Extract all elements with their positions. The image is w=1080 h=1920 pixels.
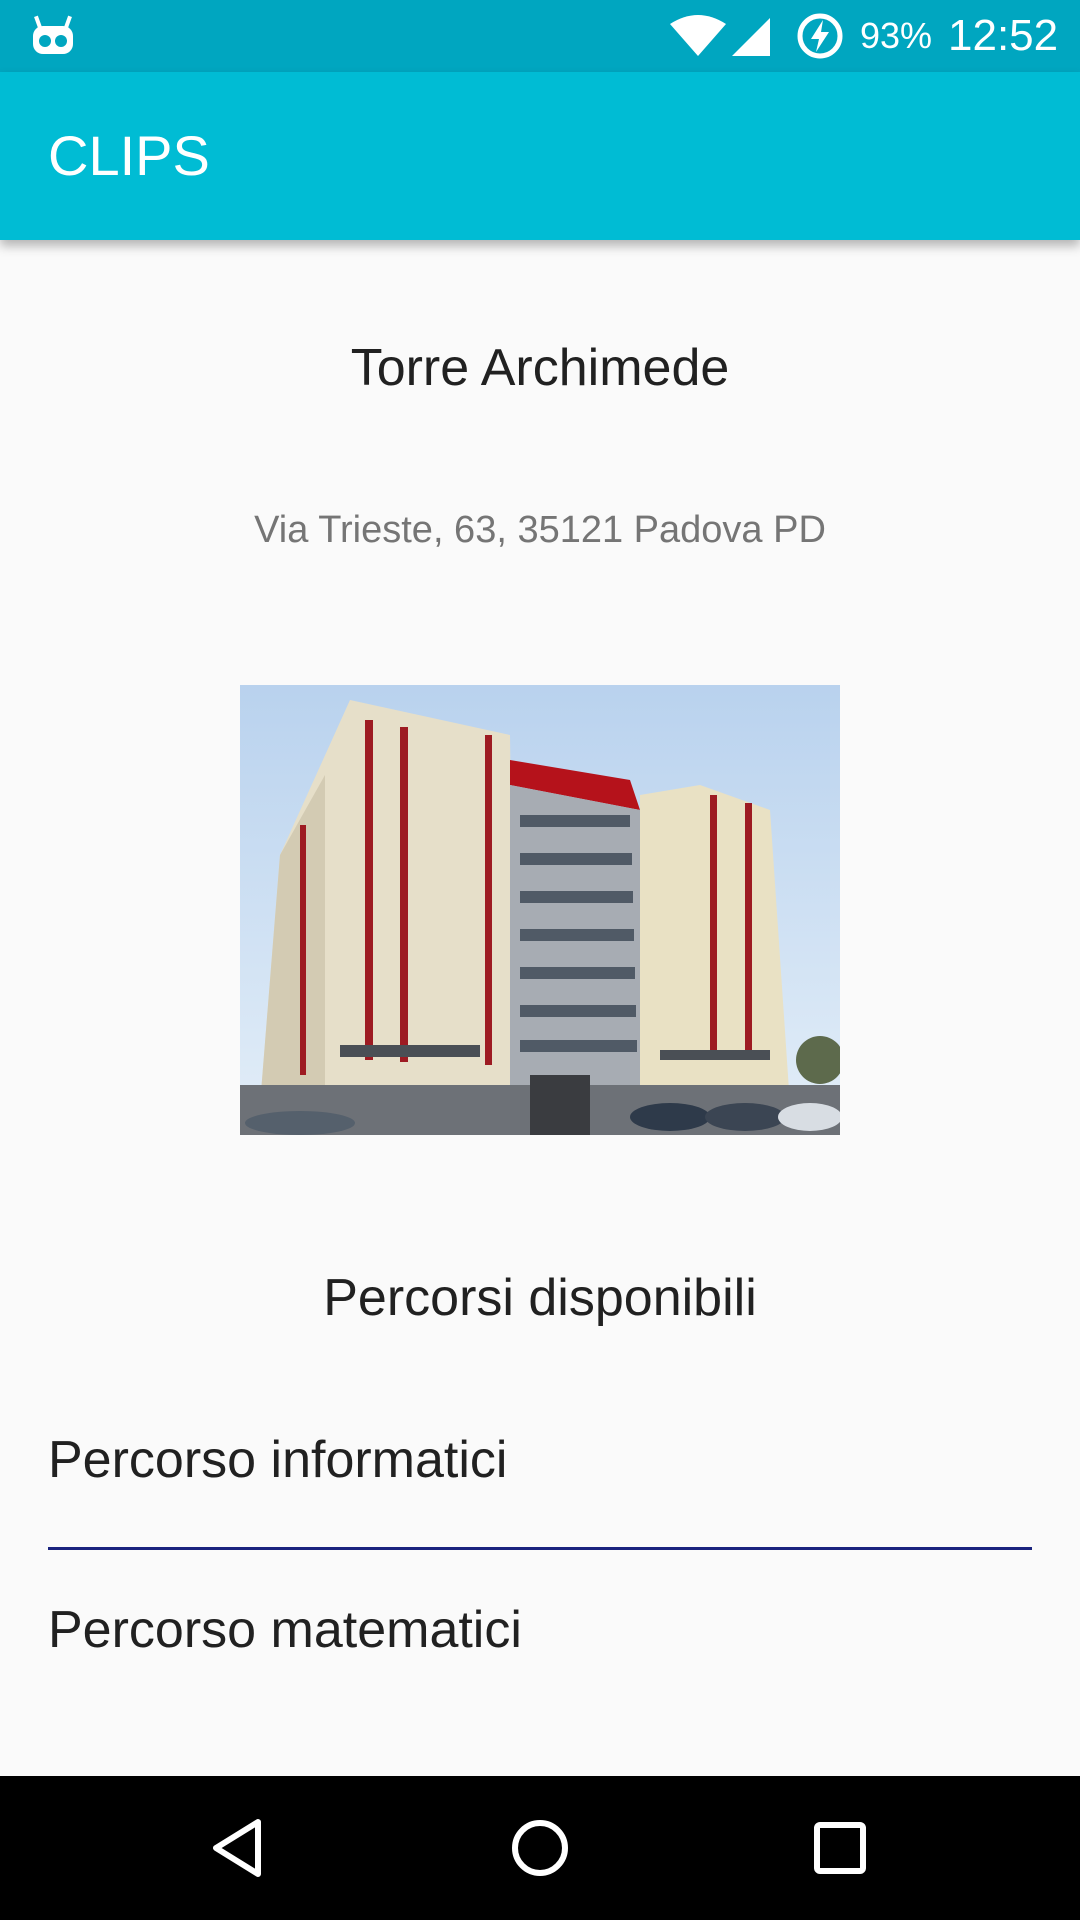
route-item-informatici[interactable]: Percorso informatici <box>48 1400 1032 1550</box>
clock: 12:52 <box>948 11 1059 60</box>
battery-charging-icon <box>797 13 843 59</box>
route-item-label: Percorso informatici <box>48 1431 508 1489</box>
place-detail: Torre Archimede Via Trieste, 63, 35121 P… <box>0 240 1080 1776</box>
cell-signal-icon <box>732 18 770 56</box>
android-debug-icon <box>33 15 73 54</box>
route-item-matematici[interactable]: Percorso matematici <box>48 1570 1032 1690</box>
recents-square-icon[interactable] <box>808 1816 872 1880</box>
building-photo-illustration <box>240 685 840 1135</box>
place-name: Torre Archimede <box>350 339 730 397</box>
home-circle-icon[interactable] <box>508 1816 572 1880</box>
divider <box>48 1547 1032 1550</box>
route-item-label: Percorso matematici <box>48 1601 522 1659</box>
navigation-bar <box>0 1776 1080 1920</box>
place-address: Via Trieste, 63, 35121 Padova PD <box>254 509 826 551</box>
app-title: CLIPS <box>48 124 210 187</box>
building-photo <box>240 685 840 1135</box>
wifi-icon <box>670 15 726 56</box>
section-title: Percorsi disponibili <box>323 1269 757 1327</box>
status-bar: 93% 12:52 <box>0 0 1080 72</box>
app-bar: CLIPS <box>0 72 1080 240</box>
battery-percentage: 93% <box>860 15 933 56</box>
back-triangle-icon[interactable] <box>208 1816 272 1880</box>
